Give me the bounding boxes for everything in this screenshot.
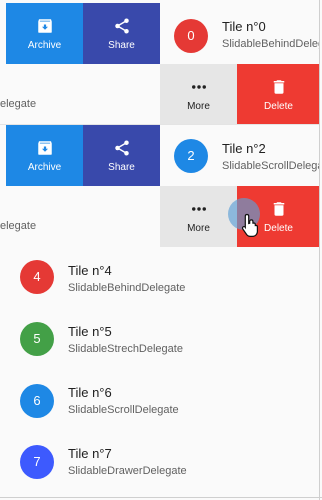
more-horiz-icon: [191, 207, 206, 211]
avatar: 7: [20, 445, 54, 479]
more-action[interactable]: More: [160, 64, 237, 125]
tile-title: Tile n°4: [68, 263, 112, 278]
tile-2[interactable]: Archive Share 2 Tile n°2 SlidableScrollD…: [0, 125, 320, 186]
archive-action[interactable]: Archive: [6, 3, 83, 64]
tile-title: Tile n°7: [68, 446, 112, 461]
tile-subtitle: elegate: [0, 98, 37, 110]
tile-1[interactable]: elegate More Delete: [0, 64, 320, 125]
tile-subtitle: SlidableScrollDelegate: [68, 404, 179, 416]
more-label: More: [187, 223, 210, 234]
more-horiz-icon: [191, 85, 206, 89]
trash-icon: [273, 80, 284, 94]
tile-title: Tile n°6: [68, 385, 112, 400]
tile-5[interactable]: 5 Tile n°5 SlidableStrechDelegate: [0, 308, 320, 369]
share-action[interactable]: Share: [83, 3, 160, 64]
avatar: 6: [20, 384, 54, 418]
archive-icon: [37, 19, 52, 33]
tile-subtitle: SlidableStrechDelegate: [68, 343, 183, 355]
tile-title: Tile n°2: [222, 141, 266, 156]
avatar: 0: [174, 19, 208, 53]
tile-7[interactable]: 7 Tile n°7 SlidableDrawerDelegate: [0, 430, 320, 491]
avatar: 2: [174, 139, 208, 173]
avatar: 4: [20, 260, 54, 294]
app-screen: Archive Share 0 Tile n°0 SlidableBehindD…: [0, 0, 322, 500]
delete-label: Delete: [264, 101, 293, 112]
tile-subtitle: SlidableBehindDelegate: [68, 282, 186, 294]
trash-icon: [273, 202, 284, 216]
archive-action[interactable]: Archive: [6, 125, 83, 186]
tile-title: Tile n°0: [222, 19, 266, 34]
tile-0[interactable]: Archive Share 0 Tile n°0 SlidableBehindD…: [0, 3, 320, 64]
share-label: Share: [108, 162, 135, 173]
share-label: Share: [108, 40, 135, 51]
more-label: More: [187, 101, 210, 112]
share-icon: [114, 18, 129, 34]
tile-6[interactable]: 6 Tile n°6 SlidableScrollDelegate: [0, 369, 320, 430]
archive-label: Archive: [27, 40, 62, 51]
tile-subtitle: SlidableDrawerDelegate: [68, 465, 187, 477]
hand-pointer-icon: [241, 213, 258, 237]
tile-subtitle: elegate: [0, 220, 37, 232]
more-action[interactable]: More: [160, 186, 237, 247]
archive-label: Archive: [27, 162, 62, 173]
share-icon: [114, 140, 129, 156]
tile-subtitle: SlidableScrollDelegate: [222, 160, 320, 172]
share-action[interactable]: Share: [83, 125, 160, 186]
tile-3[interactable]: elegate More Delete: [0, 186, 320, 247]
tile-subtitle: SlidableBehindDelegate: [222, 38, 320, 50]
archive-icon: [37, 141, 52, 155]
avatar: 5: [20, 322, 54, 356]
tile-4[interactable]: 4 Tile n°4 SlidableBehindDelegate: [0, 247, 320, 308]
tile-title: Tile n°5: [68, 324, 112, 339]
delete-action[interactable]: Delete: [237, 64, 320, 125]
